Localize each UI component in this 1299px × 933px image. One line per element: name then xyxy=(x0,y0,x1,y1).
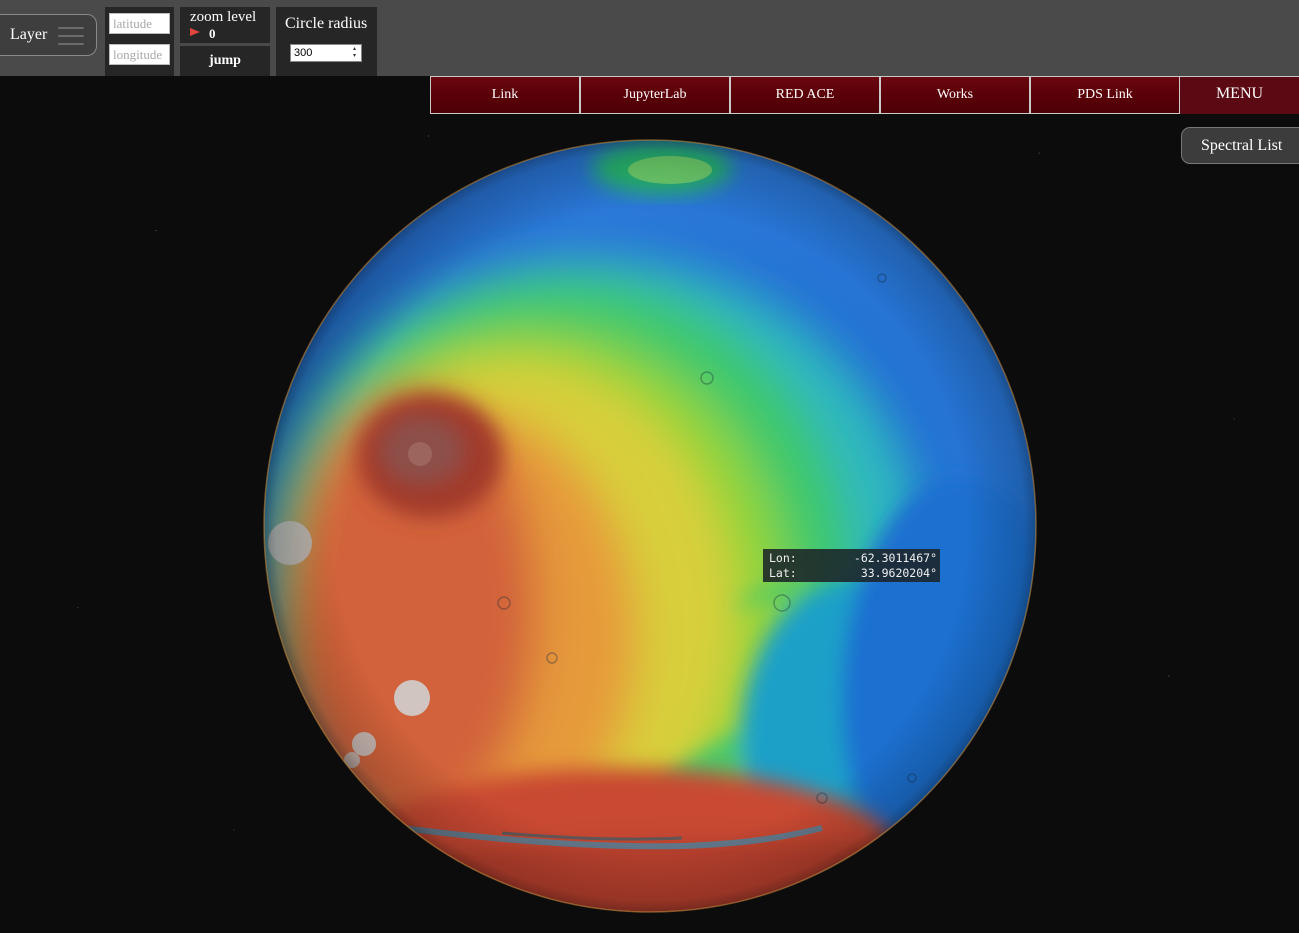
control-toolbar: Layer zoom level 0 jump Circle radius 30… xyxy=(0,0,1299,76)
lon-row: Lon: -62.3011467° xyxy=(769,551,940,566)
viewer-stage: Lon: -62.3011467° Lat: 33.9620204° Layer… xyxy=(0,0,1299,933)
nav-jupyterlab-button[interactable]: JupyterLab xyxy=(580,76,730,114)
layer-button[interactable]: Layer xyxy=(0,14,97,56)
lon-label: Lon: xyxy=(769,551,797,565)
coordinate-readout: Lon: -62.3011467° Lat: 33.9620204° xyxy=(763,549,940,582)
flag-icon xyxy=(190,28,200,36)
circle-radius-panel: Circle radius 300 ▴ ▾ xyxy=(276,7,377,76)
lon-value: -62.3011467° xyxy=(853,551,937,565)
nav-link-button[interactable]: Link xyxy=(430,76,580,114)
zoom-level-label: zoom level xyxy=(190,9,257,25)
longitude-input[interactable] xyxy=(109,44,170,65)
circle-radius-input[interactable]: 300 ▴ ▾ xyxy=(290,44,362,62)
zoom-level-value: 0 xyxy=(209,26,216,41)
nav-works-button[interactable]: Works xyxy=(880,76,1030,114)
jump-button[interactable]: jump xyxy=(180,46,270,76)
lat-value: 33.9620204° xyxy=(860,566,937,580)
latitude-input[interactable] xyxy=(109,13,170,34)
nav-pds-link-button[interactable]: PDS Link xyxy=(1030,76,1180,114)
layer-label: Layer xyxy=(10,26,48,43)
coordinate-inputs xyxy=(105,7,174,76)
hamburger-icon xyxy=(58,27,84,45)
lat-label: Lat: xyxy=(769,566,797,580)
spin-arrows-icon[interactable]: ▴ ▾ xyxy=(350,46,359,60)
zoom-level-panel: zoom level 0 xyxy=(180,7,270,43)
mars-globe[interactable] xyxy=(262,138,1038,914)
circle-radius-value: 300 xyxy=(294,47,313,59)
lat-row: Lat: 33.9620204° xyxy=(769,566,940,581)
menu-button[interactable]: MENU xyxy=(1180,76,1299,114)
spectral-list-button[interactable]: Spectral List xyxy=(1181,127,1299,164)
nav-red-ace-button[interactable]: RED ACE xyxy=(730,76,880,114)
circle-radius-label: Circle radius xyxy=(285,15,368,32)
